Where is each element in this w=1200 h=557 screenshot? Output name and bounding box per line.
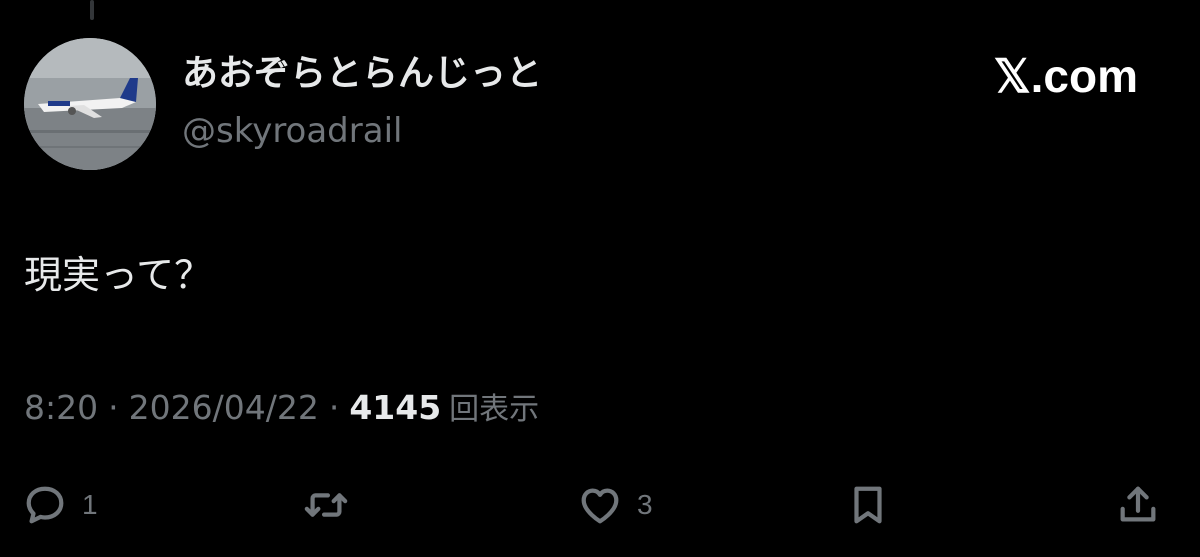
- share-button[interactable]: [1115, 475, 1161, 535]
- like-count: 3: [637, 489, 653, 520]
- reply-button[interactable]: 1: [22, 475, 98, 535]
- share-icon: [1120, 486, 1156, 522]
- bookmark-icon: [854, 486, 882, 524]
- post-time[interactable]: 8:20: [24, 385, 98, 431]
- reply-icon: [26, 486, 64, 524]
- views-label: 回表示: [449, 392, 540, 427]
- action-bar: 1 3: [0, 475, 1200, 535]
- views-count[interactable]: 4145: [349, 385, 441, 431]
- thread-connector-line: [90, 0, 94, 20]
- post-date[interactable]: 2026/04/22: [129, 385, 319, 431]
- x-com-brand: 𝕏.com: [994, 50, 1138, 102]
- author-display-name[interactable]: あおぞらとらんじっと: [182, 52, 542, 96]
- post-text: 現実って？: [24, 253, 213, 297]
- avatar-image: [24, 38, 156, 170]
- bookmark-button[interactable]: [845, 475, 891, 535]
- repost-button[interactable]: [303, 475, 349, 535]
- post-meta: 8:20 · 2026/04/22 · 4145 回表示: [24, 385, 539, 433]
- meta-separator: ·: [108, 388, 119, 427]
- like-icon: [581, 488, 619, 524]
- reply-count: 1: [82, 489, 98, 520]
- meta-separator: ·: [328, 388, 340, 427]
- repost-icon: [304, 493, 348, 517]
- like-button[interactable]: 3: [577, 475, 653, 535]
- avatar[interactable]: [24, 38, 156, 170]
- brand-text: 𝕏.com: [993, 50, 1138, 102]
- author-handle[interactable]: @skyroadrail: [182, 110, 402, 152]
